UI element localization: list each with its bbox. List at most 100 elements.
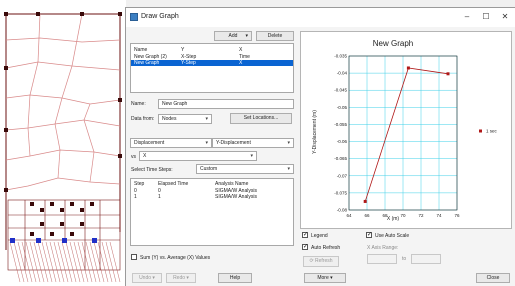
chart-series bbox=[363, 66, 450, 203]
chevron-down-icon: ▾ bbox=[250, 153, 253, 159]
list-item-selected[interactable]: New Graph Y-Step X bbox=[131, 60, 293, 66]
header-step: Step bbox=[134, 181, 145, 187]
more-button[interactable]: More ▾ bbox=[304, 273, 346, 283]
steps-table: Step Elapsed Time Analysis Name 0 0 SIGM… bbox=[130, 178, 294, 246]
auto-refresh-label: Auto Refresh bbox=[311, 245, 341, 251]
y-tick-label: -0.04 bbox=[337, 71, 348, 76]
y-tick-label: -0.08 bbox=[337, 208, 348, 213]
use-auto-scale-checkbox[interactable]: ✓ bbox=[366, 232, 372, 238]
legend-marker bbox=[479, 129, 482, 133]
table-row[interactable]: 1 1 SIGMA/W Analysis bbox=[131, 194, 293, 200]
maximize-button[interactable]: ☐ bbox=[480, 12, 492, 22]
x-range-min-field[interactable] bbox=[367, 254, 397, 264]
legend-checkbox[interactable]: ✓ bbox=[302, 232, 308, 238]
graph-list-header: Name Y X bbox=[131, 47, 293, 53]
to-label: to bbox=[402, 256, 407, 262]
add-button[interactable]: Add ▾ bbox=[214, 31, 252, 41]
time-steps-label: Select Time Steps: bbox=[131, 167, 173, 173]
x-axis-label: X (m) bbox=[387, 216, 400, 222]
header-y: Y bbox=[181, 47, 185, 53]
data-from-select[interactable]: Nodes ▾ bbox=[158, 114, 212, 124]
chart-legend: 1 sec bbox=[479, 129, 498, 134]
add-button-label: Add bbox=[228, 33, 238, 39]
chevron-down-icon: ▾ bbox=[287, 166, 290, 172]
series-line bbox=[364, 67, 449, 202]
y-variable-select[interactable]: Y-Displacement ▾ bbox=[212, 138, 294, 148]
cell-name: New Graph bbox=[134, 60, 160, 66]
minimize-button[interactable]: – bbox=[461, 12, 473, 22]
x-range-max-field[interactable] bbox=[411, 254, 441, 264]
x-variable-value: Displacement bbox=[134, 140, 165, 146]
undo-button[interactable]: Undo ▾ bbox=[132, 273, 162, 283]
cell-step: 1 bbox=[134, 194, 137, 200]
data-point bbox=[446, 72, 450, 76]
app-icon bbox=[130, 13, 138, 21]
chevron-down-icon: ▾ bbox=[205, 116, 208, 122]
y-tick-label: -0.05 bbox=[337, 105, 348, 110]
chevron-down-icon: ▾ bbox=[287, 140, 290, 146]
time-steps-select[interactable]: Custom ▾ bbox=[196, 164, 294, 174]
y-tick-label: -0.045 bbox=[334, 88, 347, 93]
vs-select[interactable]: X ▾ bbox=[139, 151, 257, 161]
chevron-down-icon: ▾ bbox=[205, 140, 208, 146]
header-x: X bbox=[239, 47, 243, 53]
graph-chart: New Graph 64 66 68 70 72 74 76-0.035-0.04-0.04… bbox=[312, 39, 498, 222]
x-tick-label: 76 bbox=[454, 213, 460, 218]
help-button[interactable]: Help bbox=[218, 273, 252, 283]
legend-checkbox-label: Legend bbox=[311, 233, 328, 239]
title-bar: Draw Graph – ☐ ✕ bbox=[126, 8, 515, 27]
chevron-down-icon: ▾ bbox=[330, 275, 333, 281]
redo-label: Redo bbox=[173, 275, 186, 281]
cell-x: X bbox=[239, 60, 243, 66]
name-label: Name: bbox=[131, 101, 146, 107]
chart-ticks: 64 66 68 70 72 74 76-0.035-0.04-0.045-0.05-0.0… bbox=[334, 54, 460, 219]
header-analysis-name: Analysis Name bbox=[215, 181, 249, 187]
close-button[interactable]: Close bbox=[476, 273, 510, 283]
close-window-button[interactable]: ✕ bbox=[499, 12, 511, 22]
redo-button[interactable]: Redo ▾ bbox=[166, 273, 196, 283]
x-tick-label: 64 bbox=[346, 213, 352, 218]
mesh-view bbox=[0, 0, 126, 286]
data-point bbox=[363, 199, 367, 203]
use-auto-scale-label: Use Auto Scale bbox=[375, 233, 410, 239]
data-point bbox=[406, 66, 410, 70]
y-axis-label: Y-Displacement (m) bbox=[312, 110, 318, 154]
x-axis-range-label: X Axis Range: bbox=[367, 245, 399, 251]
cell-analysis-name: SIGMA/W Analysis bbox=[215, 194, 257, 200]
set-locations-button[interactable]: Set Locations... bbox=[230, 113, 292, 124]
more-label: More bbox=[317, 275, 329, 281]
y-tick-label: -0.07 bbox=[337, 173, 348, 178]
y-variable-value: Y-Displacement bbox=[216, 140, 251, 146]
x-tick-label: 66 bbox=[364, 213, 370, 218]
vs-value: X bbox=[143, 153, 147, 159]
window-title: Draw Graph bbox=[141, 13, 179, 20]
chevron-down-icon: ▾ bbox=[186, 275, 189, 281]
legend-entry: 1 sec bbox=[486, 129, 498, 134]
refresh-icon: ⟳ bbox=[309, 258, 314, 264]
chevron-down-icon: ▾ bbox=[245, 33, 248, 39]
name-field[interactable]: New Graph bbox=[158, 99, 294, 109]
auto-refresh-checkbox[interactable]: ✓ bbox=[302, 244, 308, 250]
chart-title: New Graph bbox=[373, 39, 413, 48]
y-tick-label: -0.075 bbox=[334, 190, 347, 195]
graph-panel: New Graph 64 66 68 70 72 74 76 -0.035 -0.04 -0.04… bbox=[300, 31, 512, 229]
delete-button[interactable]: Delete bbox=[256, 31, 294, 41]
sum-checkbox[interactable] bbox=[131, 254, 137, 260]
undo-label: Undo bbox=[139, 275, 152, 281]
y-tick-label: -0.06 bbox=[337, 139, 348, 144]
refresh-label: Refresh bbox=[315, 258, 333, 264]
header-elapsed-time: Elapsed Time bbox=[158, 181, 189, 187]
mesh-drawing bbox=[4, 12, 122, 283]
chart-grid bbox=[348, 55, 458, 211]
cell-elapsed-time: 1 bbox=[158, 194, 161, 200]
data-from-value: Nodes bbox=[162, 116, 177, 122]
x-tick-label: 72 bbox=[418, 213, 424, 218]
chevron-down-icon: ▾ bbox=[152, 275, 155, 281]
y-tick-label: -0.065 bbox=[334, 156, 347, 161]
x-variable-select[interactable]: Displacement ▾ bbox=[130, 138, 212, 148]
refresh-button[interactable]: ⟳ Refresh bbox=[303, 256, 339, 267]
vs-label: vs bbox=[131, 154, 136, 160]
draw-graph-dialog: Draw Graph – ☐ ✕ Add ▾ Delete Name Y X N… bbox=[125, 7, 515, 286]
x-tick-label: 74 bbox=[436, 213, 442, 218]
y-tick-label: -0.035 bbox=[334, 54, 347, 59]
